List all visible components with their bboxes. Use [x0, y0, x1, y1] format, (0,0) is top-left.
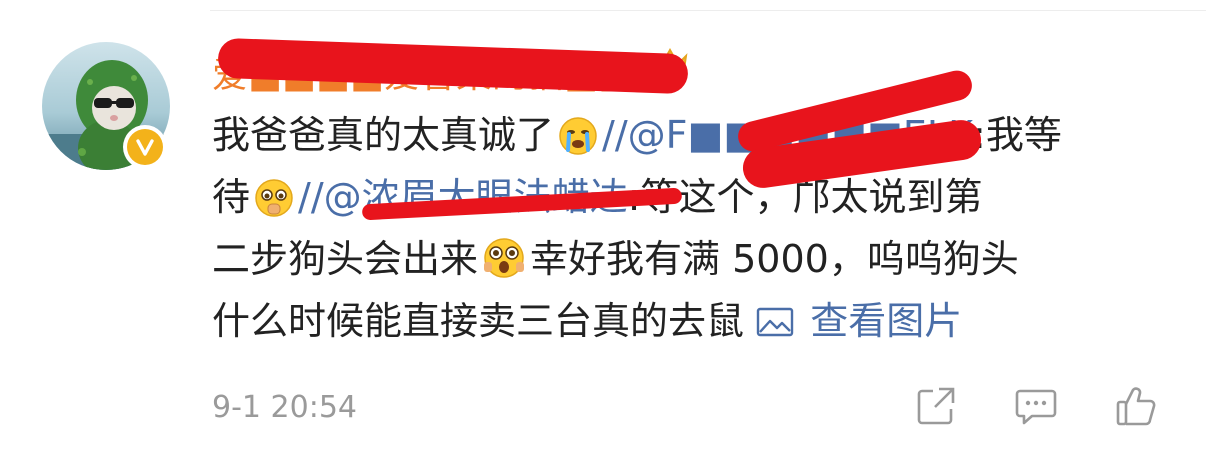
post-line-2: 待 //@浓眉大眼法蜡达:等这个，邝太说到第 — [212, 166, 1172, 228]
repost-separator: // — [298, 175, 324, 219]
post-line-1: 我爸爸真的太真诚了 //@F■■■■■■ELK:我等 — [212, 104, 1172, 166]
post-text: 我爸爸真的太真诚了 //@F■■■■■■ELK:我等 待 //@浓眉大眼法蜡达:… — [212, 104, 1172, 352]
post-text-segment: :我等 — [973, 113, 1062, 157]
verified-icon — [127, 129, 163, 165]
share-button[interactable] — [912, 384, 960, 432]
post-text-segment: 二步狗头会出来 — [212, 237, 479, 281]
comment-button[interactable] — [1012, 384, 1060, 432]
post-text-segment: 待 — [212, 175, 251, 219]
verified-badge — [123, 125, 167, 169]
post-text-segment: 什么时候能直接卖三台真的去鼠 — [212, 299, 745, 343]
top-divider — [210, 10, 1206, 11]
comment-icon — [1014, 385, 1058, 431]
like-icon — [1114, 384, 1158, 432]
post-text-segment: 我爸爸真的太真诚了 — [212, 113, 555, 157]
post-line-4: 什么时候能直接卖三台真的去鼠 查看图片 — [212, 290, 1172, 352]
crying-face-icon — [558, 112, 598, 174]
starry-eyed-face-icon — [482, 236, 526, 298]
view-image-label: 查看图片 — [810, 299, 963, 343]
timestamp: 9-1 20:54 — [212, 390, 357, 425]
image-icon — [756, 299, 810, 343]
post-text-segment: 幸好我有满 5000，呜呜狗头 — [530, 237, 1019, 281]
like-button[interactable] — [1112, 384, 1160, 432]
view-image-link[interactable]: 查看图片 — [756, 299, 962, 343]
post-line-3: 二步狗头会出来 幸好我有满 5000，呜呜狗头 — [212, 228, 1172, 290]
share-icon — [915, 385, 957, 431]
pleading-face-icon — [254, 174, 294, 236]
repost-separator: // — [602, 113, 628, 157]
